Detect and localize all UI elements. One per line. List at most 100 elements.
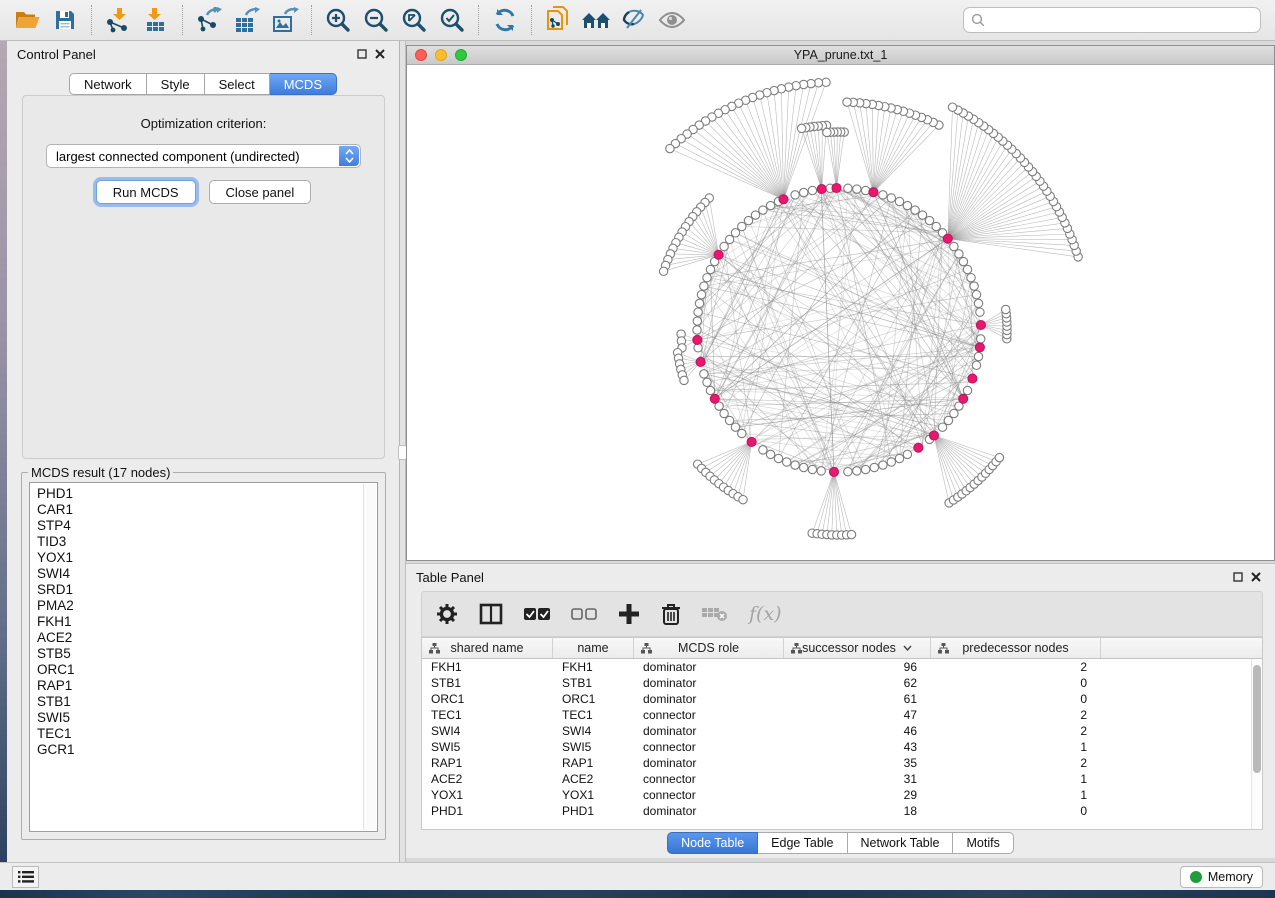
leaf-node[interactable] xyxy=(823,128,831,136)
network-node[interactable] xyxy=(967,274,975,282)
result-node-item[interactable]: GCR1 xyxy=(37,742,377,758)
leaf-node[interactable] xyxy=(995,453,1003,461)
network-node[interactable] xyxy=(963,265,971,273)
network-node[interactable] xyxy=(870,463,878,471)
memory-button[interactable]: Memory xyxy=(1180,866,1263,888)
leaf-node[interactable] xyxy=(680,376,688,384)
criterion-dropdown[interactable]: largest connected component (undirected) xyxy=(46,144,361,168)
network-node[interactable] xyxy=(895,454,903,462)
result-list-scrollbar[interactable] xyxy=(363,484,376,830)
network-node[interactable] xyxy=(703,378,711,386)
network-node[interactable] xyxy=(977,335,985,343)
result-node-item[interactable]: SRD1 xyxy=(37,582,377,598)
function-builder-button[interactable]: f(x) xyxy=(749,603,782,625)
import-network-button[interactable] xyxy=(99,4,137,36)
result-node-item[interactable]: SWI5 xyxy=(37,710,377,726)
dominator-node[interactable] xyxy=(714,250,723,259)
network-node[interactable] xyxy=(751,211,759,219)
float-panel-button[interactable] xyxy=(353,45,371,63)
network-node[interactable] xyxy=(918,211,926,219)
dominator-node[interactable] xyxy=(830,467,839,476)
close-panel-button[interactable] xyxy=(371,45,389,63)
leaf-node[interactable] xyxy=(948,103,956,111)
network-node[interactable] xyxy=(911,206,919,214)
table-scrollbar-thumb[interactable] xyxy=(1253,665,1261,773)
leaf-node[interactable] xyxy=(739,496,747,504)
network-node[interactable] xyxy=(800,188,808,196)
dominator-node[interactable] xyxy=(693,335,702,344)
delete-column-button[interactable] xyxy=(661,603,681,625)
network-node[interactable] xyxy=(738,222,746,230)
create-column-button[interactable] xyxy=(618,603,640,625)
import-table-button[interactable] xyxy=(137,4,175,36)
dominator-node[interactable] xyxy=(930,431,939,440)
table-row[interactable]: YOX1YOX1connector291 xyxy=(422,787,1251,803)
network-node[interactable] xyxy=(694,308,702,316)
network-node[interactable] xyxy=(972,291,980,299)
network-node[interactable] xyxy=(970,282,978,290)
network-node[interactable] xyxy=(950,409,958,417)
result-node-item[interactable]: ACE2 xyxy=(37,630,377,646)
dominator-node[interactable] xyxy=(976,321,985,330)
tab-node-table[interactable]: Node Table xyxy=(667,832,758,854)
network-node[interactable] xyxy=(697,291,705,299)
zoom-selected-button[interactable] xyxy=(433,4,471,36)
network-node[interactable] xyxy=(731,423,739,431)
table-row[interactable]: ACE2ACE2connector311 xyxy=(422,771,1251,787)
search-input[interactable] xyxy=(991,13,1253,28)
tab-network[interactable]: Network xyxy=(69,73,147,95)
result-node-item[interactable]: PMA2 xyxy=(37,598,377,614)
network-node[interactable] xyxy=(932,222,940,230)
delete-table-button[interactable] xyxy=(702,605,728,623)
network-node[interactable] xyxy=(887,194,895,202)
dominator-node[interactable] xyxy=(817,185,826,194)
tab-style[interactable]: Style xyxy=(147,73,205,95)
result-node-item[interactable]: TEC1 xyxy=(37,726,377,742)
tab-edge-table[interactable]: Edge Table xyxy=(758,832,847,854)
network-node[interactable] xyxy=(759,446,767,454)
network-node[interactable] xyxy=(731,229,739,237)
dominator-node[interactable] xyxy=(779,195,788,204)
network-node[interactable] xyxy=(720,242,728,250)
network-node[interactable] xyxy=(725,235,733,243)
network-from-selection-button[interactable] xyxy=(539,4,577,36)
tab-motifs[interactable]: Motifs xyxy=(953,832,1013,854)
table-row[interactable]: STB1STB1dominator620 xyxy=(422,675,1251,691)
network-node[interactable] xyxy=(950,242,958,250)
show-column-panel-button[interactable] xyxy=(479,603,503,625)
deselect-all-columns-button[interactable] xyxy=(571,607,597,621)
table-row[interactable]: TEC1TEC1connector472 xyxy=(422,707,1251,723)
dominator-node[interactable] xyxy=(710,394,719,403)
network-node[interactable] xyxy=(944,416,952,424)
leaf-node[interactable] xyxy=(666,144,674,152)
zoom-fit-button[interactable] xyxy=(395,4,433,36)
network-node[interactable] xyxy=(853,185,861,193)
result-node-item[interactable]: SWI4 xyxy=(37,566,377,582)
tab-network-table[interactable]: Network Table xyxy=(848,832,954,854)
network-node[interactable] xyxy=(976,308,984,316)
tab-select[interactable]: Select xyxy=(205,73,270,95)
table-scrollbar[interactable] xyxy=(1251,659,1262,829)
result-node-item[interactable]: ORC1 xyxy=(37,662,377,678)
table-row[interactable]: FKH1FKH1dominator962 xyxy=(422,659,1251,675)
network-node[interactable] xyxy=(766,450,774,458)
column-header-name[interactable]: name xyxy=(553,638,634,658)
result-node-item[interactable]: FKH1 xyxy=(37,614,377,630)
result-node-item[interactable]: STB1 xyxy=(37,694,377,710)
network-node[interactable] xyxy=(903,201,911,209)
leaf-node[interactable] xyxy=(659,267,667,275)
table-row[interactable]: SWI4SWI4dominator462 xyxy=(422,723,1251,739)
network-node[interactable] xyxy=(738,429,746,437)
float-table-panel-button[interactable] xyxy=(1229,568,1247,586)
table-settings-button[interactable] xyxy=(436,603,458,625)
network-node[interactable] xyxy=(800,463,808,471)
network-node[interactable] xyxy=(720,409,728,417)
tab-mcds[interactable]: MCDS xyxy=(270,73,337,95)
show-graphics-details-button[interactable] xyxy=(653,4,691,36)
network-node[interactable] xyxy=(903,450,911,458)
dominator-node[interactable] xyxy=(959,394,968,403)
result-node-item[interactable]: RAP1 xyxy=(37,678,377,694)
result-node-item[interactable]: TID3 xyxy=(37,534,377,550)
column-header-predecessor-nodes[interactable]: predecessor nodes xyxy=(931,638,1101,658)
task-history-button[interactable] xyxy=(12,866,39,888)
